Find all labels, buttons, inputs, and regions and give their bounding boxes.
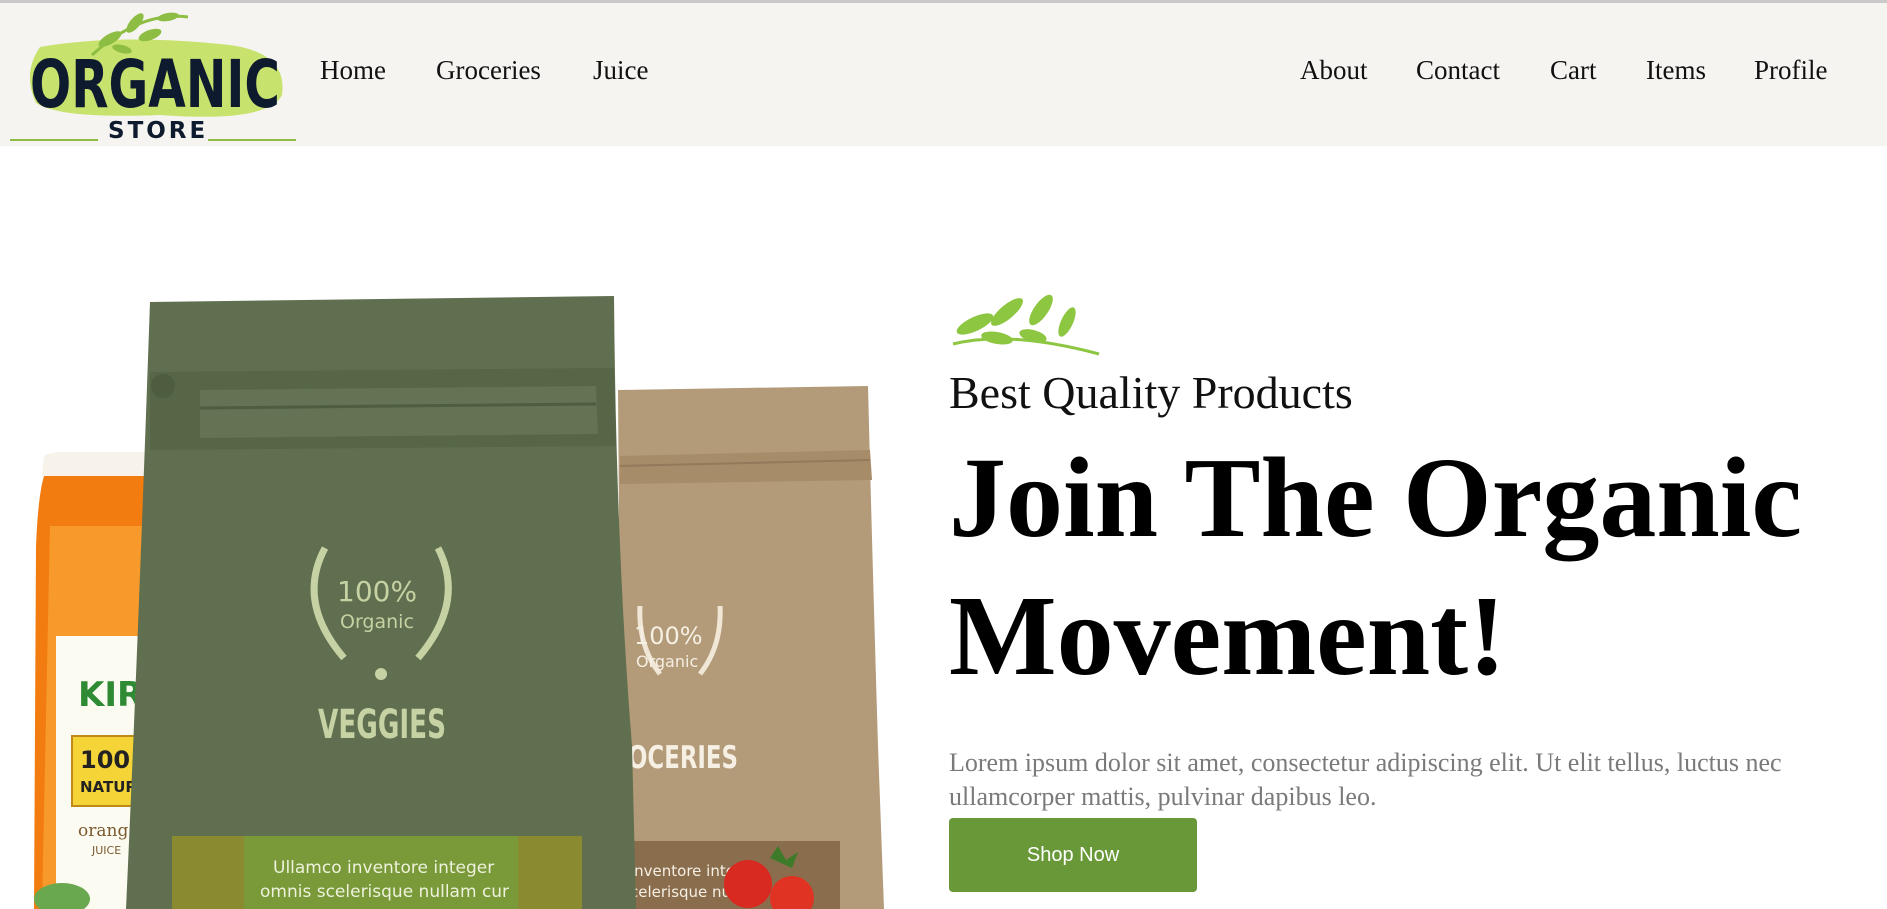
nav-cart[interactable]: Cart bbox=[1550, 55, 1597, 86]
svg-text:ORGANIC: ORGANIC bbox=[30, 46, 280, 123]
nav-profile[interactable]: Profile bbox=[1754, 55, 1828, 86]
svg-text:100%: 100% bbox=[337, 575, 417, 608]
svg-text:100: 100 bbox=[80, 746, 130, 774]
site-header: ORGANIC STORE Home Groceries Juice About… bbox=[0, 3, 1887, 146]
groceries-bag: 100% Organic OCERIES inventore integer c… bbox=[618, 386, 884, 909]
shop-now-button[interactable]: Shop Now bbox=[949, 818, 1197, 892]
veggies-bag: 100% Organic VEGGIES Ullamco inventore i… bbox=[126, 296, 636, 909]
hero-description: Lorem ipsum dolor sit amet, consectetur … bbox=[949, 748, 1782, 811]
nav-about[interactable]: About bbox=[1300, 55, 1368, 86]
svg-text:JUICE: JUICE bbox=[91, 844, 121, 857]
hero-title-line-2: Movement! bbox=[949, 572, 1507, 699]
svg-text:Ullamco inventore integer: Ullamco inventore integer bbox=[273, 858, 494, 878]
hero-title: Join The Organic Movement! bbox=[949, 429, 1802, 705]
hero-title-line-1: Join The Organic bbox=[949, 434, 1802, 561]
svg-text:100%: 100% bbox=[634, 622, 703, 650]
hero-subtitle: Best Quality Products bbox=[949, 367, 1353, 418]
leaf-sprig-icon bbox=[952, 294, 1100, 356]
organic-store-logo[interactable]: ORGANIC STORE bbox=[0, 3, 300, 146]
nav-items[interactable]: Items bbox=[1646, 55, 1706, 86]
svg-text:NATUR: NATUR bbox=[80, 778, 137, 796]
nav-juice[interactable]: Juice bbox=[593, 55, 648, 86]
svg-text:Organic: Organic bbox=[340, 611, 414, 633]
svg-text:OCERIES: OCERIES bbox=[628, 740, 738, 776]
svg-text:orang: orang bbox=[78, 821, 128, 841]
svg-text:Organic: Organic bbox=[636, 652, 698, 671]
nav-contact[interactable]: Contact bbox=[1416, 55, 1500, 86]
svg-text:celerisque null: celerisque null bbox=[630, 883, 739, 901]
svg-text:VEGGIES: VEGGIES bbox=[318, 702, 446, 748]
svg-text:omnis scelerisque nullam cur: omnis scelerisque nullam cur bbox=[260, 882, 509, 902]
organic-products-image: KIRI 100 NATUR orang JUICE 100% Organic … bbox=[34, 296, 884, 909]
svg-text:STORE: STORE bbox=[108, 118, 208, 144]
hero-section: KIRI 100 NATUR orang JUICE 100% Organic … bbox=[0, 146, 1887, 909]
nav-groceries[interactable]: Groceries bbox=[436, 55, 541, 86]
hero-text: Best Quality Products Join The Organic M… bbox=[949, 146, 1887, 909]
nav-home[interactable]: Home bbox=[320, 55, 386, 86]
